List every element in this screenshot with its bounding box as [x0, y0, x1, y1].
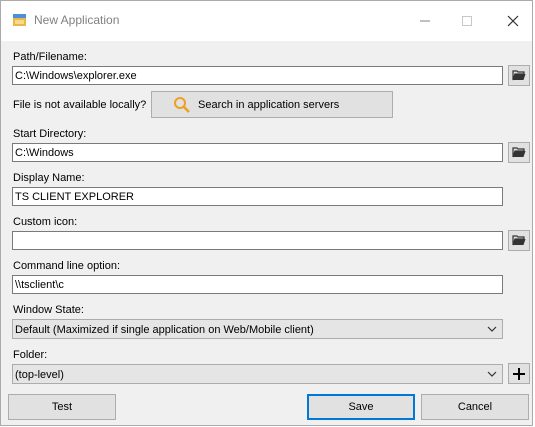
add-folder-button[interactable] [508, 363, 530, 384]
folder-value: (top-level) [15, 369, 64, 381]
cancel-button[interactable]: Cancel [421, 394, 529, 420]
search-button-label: Search in application servers [198, 99, 340, 111]
close-icon[interactable] [503, 11, 523, 31]
chevron-down-icon [487, 326, 497, 332]
plus-icon [513, 368, 525, 380]
custom-icon-input[interactable] [12, 231, 503, 250]
search-servers-button[interactable]: Search in application servers [151, 91, 393, 118]
path-input[interactable]: C:\Windows\explorer.exe [12, 66, 503, 85]
window-state-label: Window State: [13, 304, 84, 316]
start-directory-label: Start Directory: [13, 128, 87, 140]
browse-icon-button[interactable] [508, 230, 530, 251]
window-state-value: Default (Maximized if single application… [15, 324, 314, 336]
folder-open-icon [512, 147, 526, 158]
command-line-input[interactable]: \\tsclient\c [12, 275, 503, 294]
folder-open-icon [512, 235, 526, 246]
chevron-down-icon [487, 371, 497, 377]
title-bar: New Application [1, 1, 532, 41]
window-title: New Application [34, 13, 120, 27]
new-application-dialog: New Application Path/Filename: C:\Window… [0, 0, 533, 426]
path-label: Path/Filename: [13, 51, 87, 63]
custom-icon-label: Custom icon: [13, 216, 78, 228]
window-state-select[interactable]: Default (Maximized if single application… [12, 319, 503, 339]
test-button[interactable]: Test [8, 394, 116, 420]
minimize-icon[interactable] [415, 11, 435, 31]
start-directory-input[interactable]: C:\Windows [12, 143, 503, 162]
folder-open-icon [512, 70, 526, 81]
save-button[interactable]: Save [307, 394, 415, 420]
availability-label: File is not available locally? [13, 99, 147, 111]
browse-path-button[interactable] [508, 65, 530, 86]
command-line-label: Command line option: [13, 260, 121, 272]
app-icon [13, 14, 26, 26]
folder-select[interactable]: (top-level) [12, 364, 503, 384]
browse-directory-button[interactable] [508, 142, 530, 163]
folder-label: Folder: [13, 349, 48, 361]
search-icon [174, 97, 190, 113]
maximize-icon[interactable] [457, 11, 477, 31]
display-name-label: Display Name: [13, 172, 85, 184]
display-name-input[interactable]: TS CLIENT EXPLORER [12, 187, 503, 206]
